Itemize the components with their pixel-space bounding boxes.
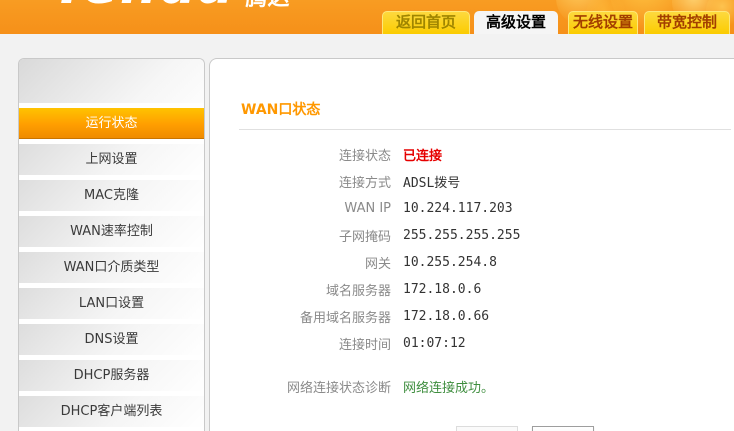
sidebar-header — [19, 59, 204, 103]
row-label: 连接方式 — [338, 176, 391, 191]
connection-mode-value: ADSL拨号 — [403, 176, 461, 191]
page-title: WAN口状态 — [241, 102, 321, 118]
sidebar-item-mac-clone[interactable]: MAC克隆 — [19, 180, 204, 211]
row-label: 网关 — [364, 257, 391, 272]
row-subnet-mask: 子网掩码 255.255.255.255 — [210, 222, 734, 249]
sidebar-menu: 运行状态 上网设置 MAC克隆 WAN速率控制 WAN口介质类型 LAN口设置 … — [18, 58, 205, 431]
connection-time-value: 01:07:12 — [403, 336, 466, 351]
sidebar-item-dhcp-server[interactable]: DHCP服务器 — [19, 360, 204, 391]
row-label: 备用域名服务器 — [299, 311, 391, 326]
tab-wireless-settings[interactable]: 无线设置 — [568, 11, 638, 34]
tab-bandwidth-control[interactable]: 带宽控制 — [644, 11, 730, 34]
row-label: WAN IP — [344, 201, 391, 216]
dns-server-value: 172.18.0.6 — [403, 282, 482, 297]
row-connection-status: 连接状态 已连接 — [210, 141, 734, 168]
gateway-value: 10.255.254.8 — [403, 255, 497, 270]
main-content-panel: WAN口状态 连接状态 已连接 连接方式 ADSL拨号 WAN IP 10.22… — [209, 58, 734, 431]
sidebar-item-dns-settings[interactable]: DNS设置 — [19, 324, 204, 355]
row-label: 连接状态 — [338, 149, 391, 164]
connect-button[interactable]: 连 接 — [456, 426, 518, 431]
row-label: 连接时间 — [338, 338, 391, 353]
sidebar-item-dhcp-client-list[interactable]: DHCP客户端列表 — [19, 396, 204, 427]
row-connection-time: 连接时间 01:07:12 — [210, 330, 734, 357]
row-connection-mode: 连接方式 ADSL拨号 — [210, 168, 734, 195]
tenda-logo-chinese: 腾达 — [245, 0, 289, 10]
tenda-logo-text: Tenda — [52, 0, 235, 12]
tab-advanced-settings[interactable]: 高级设置 — [474, 11, 558, 34]
row-gateway: 网关 10.255.254.8 — [210, 249, 734, 276]
disconnect-button[interactable]: 断 开 — [532, 426, 594, 431]
row-network-diagnosis: 网络连接状态诊断 网络连接成功。 — [210, 373, 734, 400]
subnet-mask-value: 255.255.255.255 — [403, 228, 521, 243]
tenda-logo: Tenda 腾达 — [52, 0, 312, 13]
row-label: 域名服务器 — [325, 284, 391, 299]
row-dns-server: 域名服务器 172.18.0.6 — [210, 276, 734, 303]
title-divider — [239, 129, 731, 130]
wan-status-rows: 连接状态 已连接 连接方式 ADSL拨号 WAN IP 10.224.117.2… — [210, 141, 734, 400]
sidebar-item-wan-speed-control[interactable]: WAN速率控制 — [19, 216, 204, 247]
row-backup-dns-server: 备用域名服务器 172.18.0.66 — [210, 303, 734, 330]
router-admin-page: Tenda 腾达 返回首页 高级设置 无线设置 带宽控制 运行状态 上网设置 M… — [0, 0, 734, 431]
sidebar-item-lan-settings[interactable]: LAN口设置 — [19, 288, 204, 319]
row-label: 子网掩码 — [338, 230, 391, 245]
row-label: 网络连接状态诊断 — [286, 381, 391, 396]
wan-ip-value: 10.224.117.203 — [403, 201, 513, 216]
sidebar-item-wan-medium-type[interactable]: WAN口介质类型 — [19, 252, 204, 283]
sidebar-item-internet-settings[interactable]: 上网设置 — [19, 144, 204, 175]
sidebar-item-running-status[interactable]: 运行状态 — [19, 108, 204, 139]
backup-dns-server-value: 172.18.0.66 — [403, 309, 490, 324]
action-buttons: 连 接 断 开 — [456, 426, 734, 431]
connection-status-value: 已连接 — [403, 149, 443, 164]
top-nav-tabs: 返回首页 高级设置 无线设置 带宽控制 — [382, 11, 730, 34]
tab-home[interactable]: 返回首页 — [382, 11, 470, 34]
diagnosis-result-value: 网络连接成功。 — [403, 381, 495, 396]
row-wan-ip: WAN IP 10.224.117.203 — [210, 195, 734, 222]
